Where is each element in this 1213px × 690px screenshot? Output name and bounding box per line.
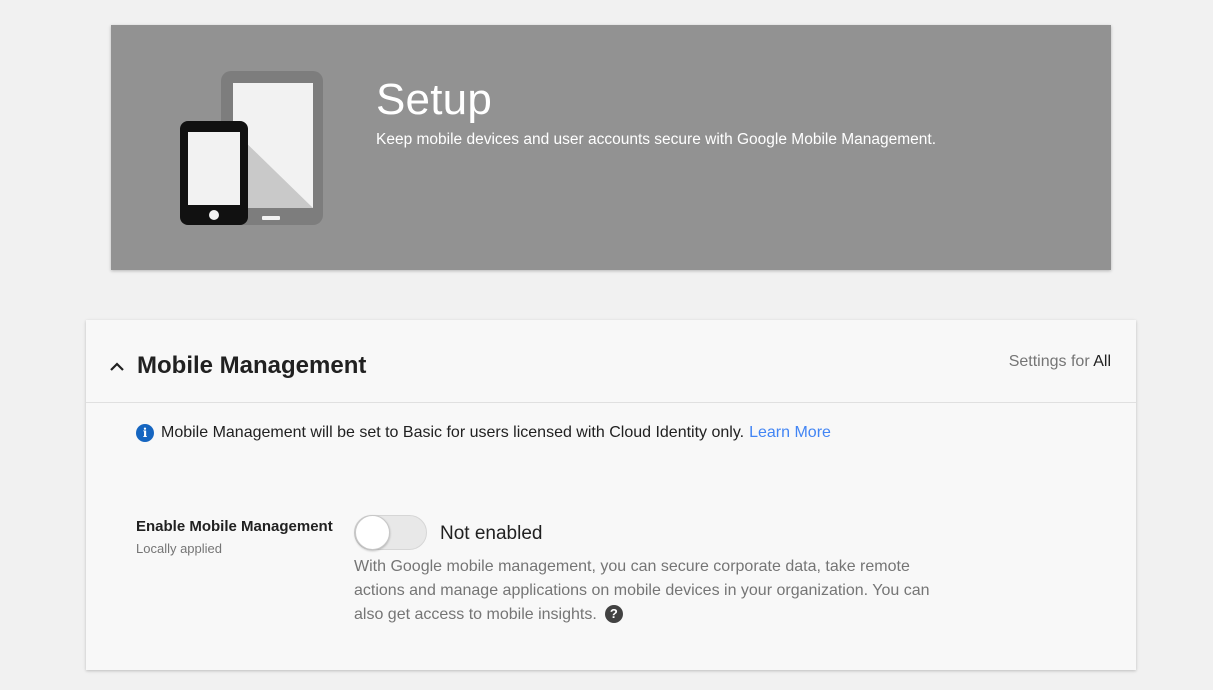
toggle-knob	[355, 515, 390, 550]
info-icon: i	[136, 424, 154, 442]
mobile-management-card: Mobile Management Settings for All i Mob…	[86, 320, 1136, 670]
card-header: Mobile Management Settings for All	[86, 320, 1136, 403]
settings-for: Settings for All	[1009, 353, 1111, 371]
enable-mobile-management-toggle[interactable]	[354, 515, 427, 550]
chevron-up-icon[interactable]	[108, 358, 126, 376]
toggle-state-text: Not enabled	[440, 523, 543, 544]
help-icon[interactable]: ?	[604, 605, 623, 623]
setting-sublabel: Locally applied	[136, 541, 223, 556]
setup-banner: Setup Keep mobile devices and user accou…	[111, 25, 1111, 270]
info-message: Mobile Management will be set to Basic f…	[161, 424, 745, 441]
org-unit-name: All	[1093, 353, 1111, 370]
page-title: Setup	[376, 75, 492, 124]
setting-description: With Google mobile management, you can s…	[354, 555, 954, 627]
setting-label: Enable Mobile Management	[136, 518, 333, 535]
mobile-devices-icon	[180, 71, 323, 225]
description-text: With Google mobile management, you can s…	[354, 558, 930, 623]
settings-for-prefix: Settings for	[1008, 353, 1090, 370]
section-title: Mobile Management	[137, 352, 367, 379]
page-subtitle: Keep mobile devices and user accounts se…	[376, 131, 937, 148]
learn-more-link[interactable]: Learn More	[749, 424, 831, 442]
info-notice: i Mobile Management will be set to Basic…	[136, 424, 831, 442]
